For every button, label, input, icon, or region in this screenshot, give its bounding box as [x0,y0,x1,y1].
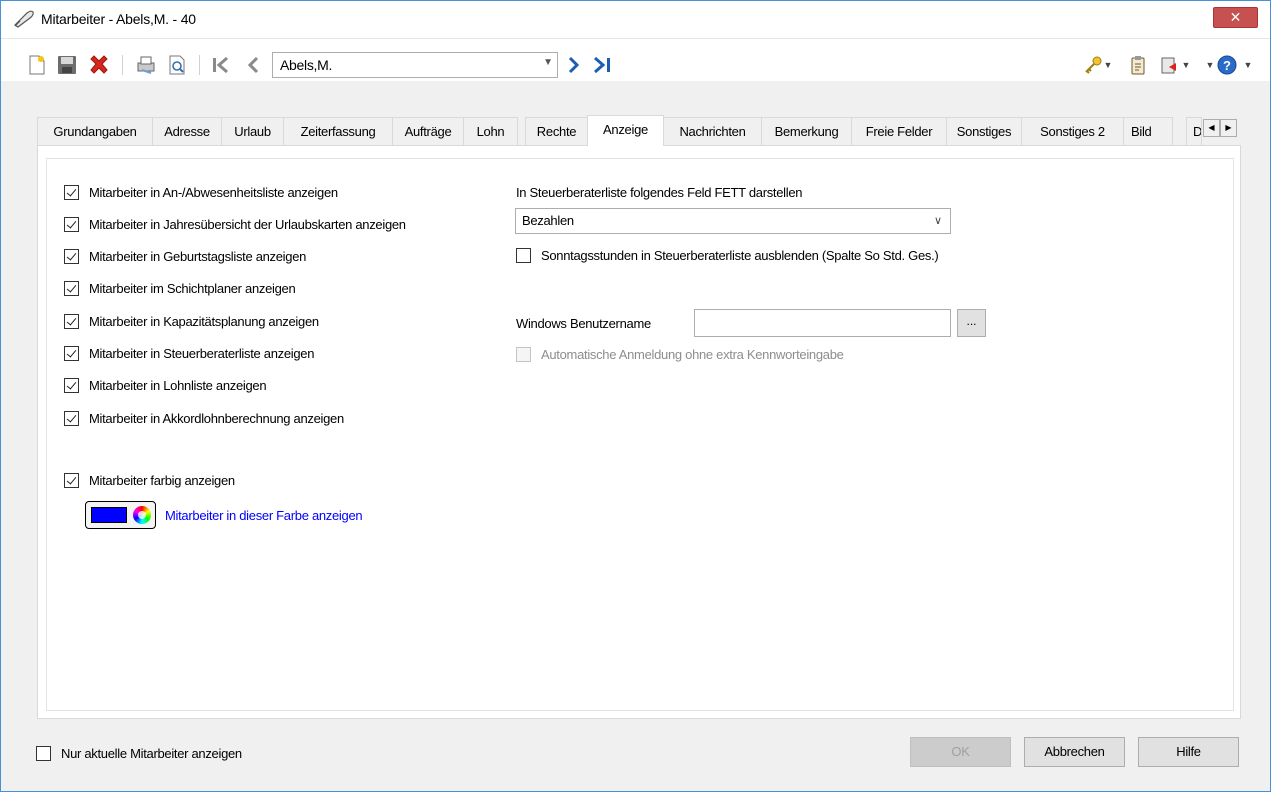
option-label: Mitarbeiter in Jahresübersicht der Urlau… [89,217,406,232]
option-label: Mitarbeiter in Lohnliste anzeigen [89,378,267,393]
tab-lohn[interactable]: Lohn [463,117,518,145]
checkbox[interactable] [64,314,79,329]
last-record-icon[interactable] [591,53,615,77]
tab-scroll-left-icon[interactable]: ◀ [1203,119,1220,137]
option-birthday-list[interactable]: Mitarbeiter in Geburtstagsliste anzeigen [64,249,306,264]
option-label: Nur aktuelle Mitarbeiter anzeigen [61,746,242,761]
tab-strip: Grundangaben Adresse Urlaub Zeiterfassun… [37,115,1237,146]
tab-overflow[interactable]: D [1186,117,1202,145]
tab-grundangaben[interactable]: Grundangaben [37,117,153,145]
color-preview-link[interactable]: Mitarbeiter in dieser Farbe anzeigen [165,508,363,523]
checkbox[interactable] [64,185,79,200]
bold-field-label: In Steuerberaterliste folgendes Feld FET… [516,185,803,200]
save-icon[interactable] [55,53,79,77]
option-only-current-employees[interactable]: Nur aktuelle Mitarbeiter anzeigen [36,746,242,761]
key-user-dropdown-icon[interactable]: ▼ [1102,53,1114,77]
tab-sonstiges-2[interactable]: Sonstiges 2 [1021,117,1124,145]
bold-field-select[interactable]: Bezahlen ∨ [515,208,951,234]
tab-auftraege[interactable]: Aufträge [392,117,464,145]
clipboard-icon[interactable] [1126,53,1150,77]
option-hide-sunday-hours[interactable]: Sonntagsstunden in Steuerberaterliste au… [516,248,939,263]
option-vacation-overview[interactable]: Mitarbeiter in Jahresübersicht der Urlau… [64,217,406,232]
tab-rechte[interactable]: Rechte [525,117,588,145]
tab-anzeige[interactable]: Anzeige [587,115,664,146]
close-button[interactable]: ✕ [1213,7,1258,28]
checkbox[interactable] [516,248,531,263]
option-label: Automatische Anmeldung ohne extra Kennwo… [541,347,844,362]
option-capacity-planning[interactable]: Mitarbeiter in Kapazitätsplanung anzeige… [64,314,319,329]
checkbox[interactable] [64,378,79,393]
tab-sonstiges[interactable]: Sonstiges [946,117,1022,145]
option-tax-advisor-list[interactable]: Mitarbeiter in Steuerberaterliste anzeig… [64,346,314,361]
print-icon[interactable] [134,53,158,77]
windows-username-label: Windows Benutzername [516,316,651,331]
print-preview-icon[interactable] [165,53,189,77]
chevron-down-icon: ∨ [933,215,942,227]
tab-zeiterfassung[interactable]: Zeiterfassung [283,117,393,145]
employee-window: Mitarbeiter - Abels,M. - 40 ✕ Abels,M. ▼ [0,0,1271,792]
color-picker-button[interactable] [85,501,156,529]
color-swatch [91,507,127,523]
option-label: Mitarbeiter in An-/Abwesenheitsliste anz… [89,185,338,200]
chevron-down-icon: ▼ [543,57,553,68]
help-icon[interactable]: ? [1215,53,1239,77]
checkbox[interactable] [64,346,79,361]
toolbar: Abels,M. ▼ ▼ ▼ ▼ ? ▼ [1,39,1270,81]
svg-text:?: ? [1223,58,1231,73]
option-absence-list[interactable]: Mitarbeiter in An-/Abwesenheitsliste anz… [64,185,338,200]
checkbox[interactable] [36,746,51,761]
option-piecework-calc[interactable]: Mitarbeiter in Akkordlohnberechnung anze… [64,411,344,426]
option-label: Mitarbeiter in Kapazitätsplanung anzeige… [89,314,319,329]
feather-pen-icon [13,9,35,29]
exit-icon[interactable] [1158,53,1182,77]
option-payroll-list[interactable]: Mitarbeiter in Lohnliste anzeigen [64,378,267,393]
cancel-button[interactable]: Abbrechen [1024,737,1125,767]
window-title: Mitarbeiter - Abels,M. - 40 [41,11,196,27]
tab-scroll-right-icon[interactable]: ▶ [1220,119,1237,137]
tab-freie-felder[interactable]: Freie Felder [851,117,947,145]
checkbox[interactable] [64,473,79,488]
option-label: Mitarbeiter im Schichtplaner anzeigen [89,281,296,296]
windows-username-input[interactable] [694,309,951,337]
previous-record-icon[interactable] [241,53,265,77]
checkbox[interactable] [64,217,79,232]
tab-urlaub[interactable]: Urlaub [221,117,284,145]
checkbox[interactable] [64,249,79,264]
option-shift-planner[interactable]: Mitarbeiter im Schichtplaner anzeigen [64,281,296,296]
color-wheel-icon [133,506,151,524]
first-record-icon[interactable] [209,53,233,77]
help-button[interactable]: Hilfe [1138,737,1239,767]
delete-icon[interactable] [87,53,111,77]
panel-inner-frame [46,158,1234,711]
tab-bemerkung[interactable]: Bemerkung [761,117,852,145]
option-label: Mitarbeiter in Geburtstagsliste anzeigen [89,249,307,264]
bold-field-value: Bezahlen [522,213,574,228]
option-show-colored[interactable]: Mitarbeiter farbig anzeigen [64,473,235,488]
checkbox[interactable] [64,281,79,296]
option-label: Mitarbeiter in Akkordlohnberechnung anze… [89,411,344,426]
next-record-icon[interactable] [562,53,586,77]
browse-button[interactable]: ... [957,309,986,337]
record-select-value: Abels,M. [280,57,333,73]
checkbox[interactable] [64,411,79,426]
option-label: Sonntagsstunden in Steuerberaterliste au… [541,248,939,263]
ok-button[interactable]: OK [910,737,1011,767]
help-dropdown-icon[interactable]: ▼ [1242,53,1254,77]
exit-dropdown-icon[interactable]: ▼ [1180,53,1192,77]
option-label: Mitarbeiter farbig anzeigen [89,473,235,488]
checkbox [516,347,531,362]
new-document-icon[interactable] [25,53,49,77]
record-select[interactable]: Abels,M. ▼ [272,52,558,78]
option-label: Mitarbeiter in Steuerberaterliste anzeig… [89,346,315,361]
title-bar: Mitarbeiter - Abels,M. - 40 ✕ [1,1,1270,39]
tab-bild[interactable]: Bild [1123,117,1173,145]
tab-adresse[interactable]: Adresse [152,117,222,145]
tab-nachrichten[interactable]: Nachrichten [663,117,762,145]
option-auto-login: Automatische Anmeldung ohne extra Kennwo… [516,347,844,362]
